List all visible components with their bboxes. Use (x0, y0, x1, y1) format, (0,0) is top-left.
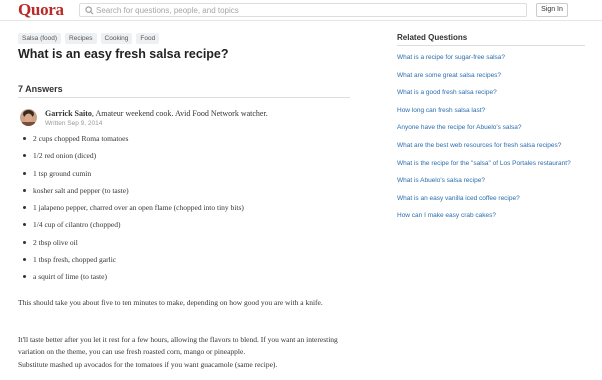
author-bio: , Amateur weekend cook. Avid Food Networ… (91, 109, 268, 118)
related-questions-list: What is a recipe for sugar-free salsa? W… (397, 53, 587, 229)
answer-paragraph: Substitute mashed up avocados for the to… (18, 360, 278, 369)
related-question-link[interactable]: What is a good fresh salsa recipe? (397, 88, 587, 97)
related-question-link[interactable]: What is a recipe for sugar-free salsa? (397, 53, 587, 62)
related-question-link[interactable]: What is an easy vanilla iced coffee reci… (397, 194, 587, 203)
top-header: Quora Sign In (0, 0, 602, 21)
list-item: 2 cups chopped Roma tomatoes (22, 134, 244, 151)
answer-paragraph: It'll taste better after you let it rest… (18, 335, 338, 356)
question-title: What is an easy fresh salsa recipe? (18, 47, 229, 61)
author-name[interactable]: Garrick Saito (45, 109, 92, 118)
answers-count: 7 Answers (18, 84, 63, 94)
topic-tag[interactable]: Food (136, 33, 160, 44)
related-question-link[interactable]: What are the best web resources for fres… (397, 141, 587, 150)
related-question-link[interactable]: Anyone have the recipe for Abuelo's sals… (397, 123, 587, 132)
related-question-link[interactable]: How can I make easy crab cakes? (397, 211, 587, 220)
topic-tag[interactable]: Cooking (100, 33, 133, 44)
search-input[interactable] (96, 4, 516, 16)
avatar-image (20, 109, 37, 126)
topic-tag[interactable]: Recipes (65, 33, 97, 44)
search-box[interactable] (79, 3, 527, 17)
related-question-link[interactable]: What is the recipe for the "salsa" of Lo… (397, 159, 587, 168)
related-question-link[interactable]: How long can fresh salsa last? (397, 106, 587, 115)
related-questions-title: Related Questions (397, 33, 468, 42)
ingredient-list: 2 cups chopped Roma tomatoes 1/2 red oni… (22, 134, 244, 290)
sign-in-button[interactable]: Sign In (536, 3, 568, 17)
related-question-link[interactable]: What are some great salsa recipes? (397, 71, 587, 80)
quora-logo[interactable]: Quora (18, 1, 64, 19)
list-item: 1 tbsp fresh, chopped garlic (22, 255, 244, 272)
topic-tags: Salsa (food) Recipes Cooking Food (18, 33, 160, 44)
list-item: 1 tsp ground cumin (22, 169, 244, 186)
topic-tag[interactable]: Salsa (food) (18, 33, 62, 44)
avatar[interactable] (20, 109, 37, 126)
author-line: Garrick Saito, Amateur weekend cook. Avi… (45, 109, 268, 119)
list-item: 2 tbsp olive oil (22, 238, 244, 255)
divider (397, 45, 585, 46)
written-date[interactable]: Written Sep 9, 2014 (45, 120, 102, 128)
list-item: a squirt of lime (to taste) (22, 272, 244, 289)
search-icon (85, 6, 94, 15)
related-question-link[interactable]: What is Abuelo's salsa recipe? (397, 176, 587, 185)
list-item: 1/4 cup of cilantro (chopped) (22, 220, 244, 237)
answer-paragraph: This should take you about five to ten m… (18, 298, 323, 307)
list-item: 1 jalapeno pepper, charred over an open … (22, 203, 244, 220)
list-item: kosher salt and pepper (to taste) (22, 186, 244, 203)
divider (18, 97, 350, 98)
list-item: 1/2 red onion (diced) (22, 151, 244, 168)
